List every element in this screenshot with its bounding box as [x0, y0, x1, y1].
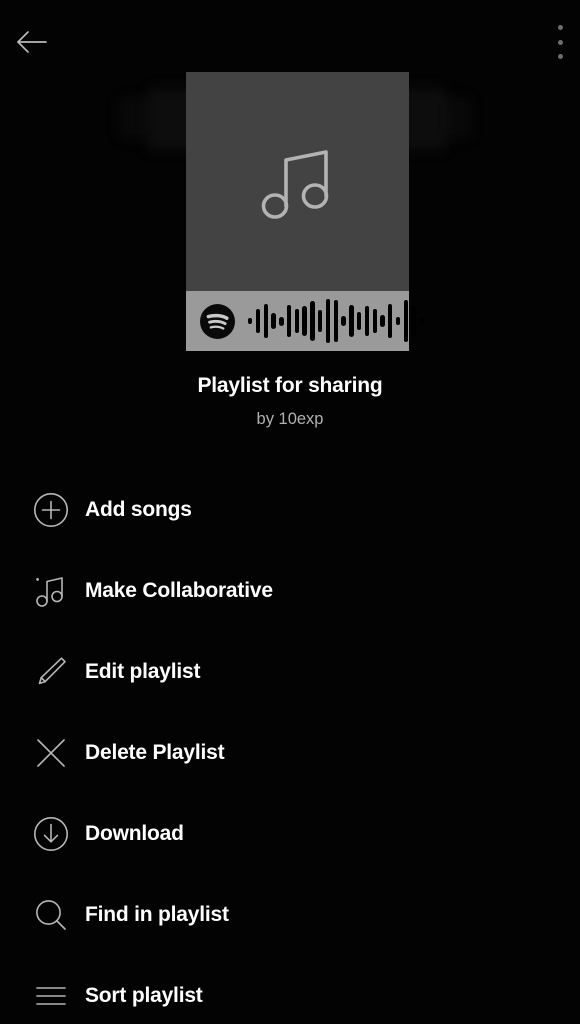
spotify-code-strip: [186, 291, 424, 351]
spotify-code-bars: [248, 299, 424, 343]
spotify-code-bar-20: [395, 317, 401, 325]
spotify-code-bar-9: [310, 301, 315, 341]
context-menu-list: Add songs Make Collaborative Edit playli…: [0, 469, 580, 1024]
spotify-code-bar-7: [294, 309, 300, 333]
spotify-code-bar-12: [333, 300, 338, 342]
download-circle-icon: [17, 816, 85, 852]
spotify-code-bar-1: [248, 318, 253, 324]
spotify-code-bar-19: [388, 304, 393, 338]
menu-item-label: Edit playlist: [85, 659, 201, 683]
more-vertical-icon-dot-3: [557, 54, 563, 59]
spotify-playlist-context-menu-screen: Playlist for sharing by 10exp Add songs: [0, 0, 580, 1024]
menu-item-label: Download: [85, 821, 184, 845]
menu-item-label: Sort playlist: [85, 983, 203, 1007]
hamburger-lines-icon: [17, 982, 85, 1010]
spotify-code-bar-18: [380, 315, 385, 327]
page-title: Playlist for sharing: [197, 374, 383, 397]
pencil-icon: [17, 654, 85, 690]
spotify-code-bar-2: [255, 309, 261, 333]
spotify-code-bar-8: [302, 306, 307, 336]
menu-item-sort-playlist[interactable]: Sort playlist: [0, 955, 580, 1024]
more-vertical-icon-dot-1: [557, 25, 563, 30]
menu-item-label: Find in playlist: [85, 902, 229, 926]
spotify-code-bar-23: [419, 318, 424, 324]
close-x-icon: [17, 735, 85, 771]
arrow-left-icon: [16, 29, 48, 55]
search-icon: [17, 897, 85, 933]
menu-item-download[interactable]: Download: [0, 793, 580, 874]
spotify-code-bar-15: [356, 312, 362, 330]
spotify-code-bar-21: [403, 300, 409, 342]
spotify-code-bar-13: [341, 316, 346, 326]
playlist-artwork-card[interactable]: [186, 72, 424, 351]
menu-item-make-collaborative[interactable]: Make Collaborative: [0, 550, 580, 631]
menu-item-add-songs[interactable]: Add songs: [0, 469, 580, 550]
menu-item-label: Make Collaborative: [85, 578, 273, 602]
menu-item-find-in-playlist[interactable]: Find in playlist: [0, 874, 580, 955]
spotify-code-bar-6: [286, 305, 292, 337]
spotify-code-bar-14: [349, 305, 354, 337]
menu-item-edit-playlist[interactable]: Edit playlist: [0, 631, 580, 712]
playlist-owner-byline: by 10exp: [256, 410, 324, 428]
spotify-code-bar-3: [263, 304, 268, 338]
spotify-code-bar-5: [279, 316, 284, 326]
spotify-code-bar-11: [325, 299, 331, 343]
spotify-code-bar-4: [271, 313, 276, 329]
menu-item-label: Add songs: [85, 497, 192, 521]
music-note-icon: [250, 134, 346, 230]
more-vertical-icon-dot-2: [557, 39, 563, 45]
spotify-logo-icon: [200, 303, 235, 339]
collaborative-note-icon: [17, 573, 85, 609]
menu-item-label: Delete Playlist: [85, 740, 225, 764]
spotify-code-bar-22: [411, 306, 416, 336]
plus-circle-icon: [17, 492, 85, 528]
spotify-code-bar-17: [372, 309, 377, 333]
spotify-code-bar-16: [364, 306, 370, 336]
spotify-code-bar-10: [318, 310, 323, 332]
top-bar: [0, 0, 580, 82]
overflow-menu-button[interactable]: [549, 22, 571, 62]
back-button[interactable]: [14, 24, 50, 60]
artwork-image-placeholder: [186, 72, 409, 291]
menu-item-delete-playlist[interactable]: Delete Playlist: [0, 712, 580, 793]
